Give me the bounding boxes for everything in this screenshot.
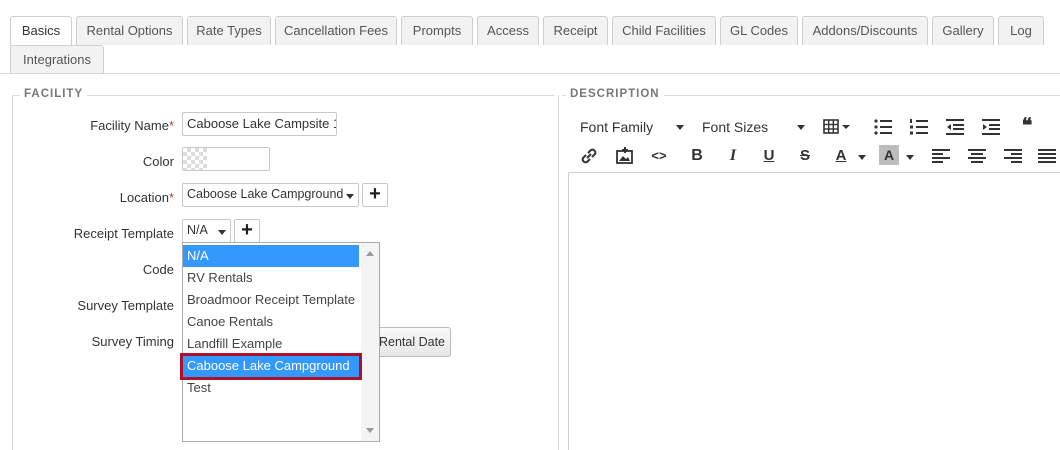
tab-addons-discounts[interactable]: Addons/Discounts (802, 16, 928, 45)
color-picker[interactable] (182, 147, 270, 171)
description-section-title: DESCRIPTION (566, 88, 664, 100)
tab-basics[interactable]: Basics (10, 16, 72, 46)
indent-icon[interactable] (980, 116, 1002, 138)
scroll-down-icon[interactable] (366, 428, 374, 433)
location-select-value: Caboose Lake Campground (187, 187, 344, 201)
align-right-icon[interactable] (1002, 145, 1024, 167)
strikethrough-icon[interactable]: S (794, 145, 816, 167)
add-location-button[interactable]: + (362, 183, 388, 207)
italic-icon[interactable]: I (722, 145, 744, 167)
code-label: Code (142, 262, 174, 277)
tab-access[interactable]: Access (477, 16, 539, 45)
tab-receipt[interactable]: Receipt (543, 16, 608, 45)
receipt-template-select[interactable]: N/A (182, 219, 231, 243)
align-center-icon[interactable] (966, 145, 988, 167)
image-icon[interactable] (614, 145, 636, 167)
code-icon[interactable]: <> (648, 145, 670, 167)
location-select[interactable]: Caboose Lake Campground (182, 183, 359, 207)
link-icon[interactable] (578, 145, 600, 167)
location-label: Location* (119, 190, 174, 205)
bold-icon[interactable]: B (686, 145, 708, 167)
chevron-down-icon[interactable] (797, 125, 805, 130)
font-color-icon[interactable]: A (830, 145, 852, 167)
facility-name-label: Facility Name* (90, 118, 174, 133)
table-icon[interactable] (822, 116, 852, 138)
tab-integrations[interactable]: Integrations (10, 45, 104, 74)
receipt-template-label: Receipt Template (73, 226, 174, 241)
numbered-list-icon[interactable] (908, 116, 930, 138)
tab-gallery[interactable]: Gallery (932, 16, 994, 45)
plus-icon: + (369, 183, 381, 205)
option-broadmoor-receipt-template[interactable]: Broadmoor Receipt Template (183, 289, 359, 311)
facility-section-rule (12, 95, 554, 96)
tab-bar-bottom-border (0, 73, 1060, 74)
chevron-down-icon[interactable] (906, 155, 914, 160)
underline-icon[interactable]: U (758, 145, 780, 167)
option-highlight-box (180, 353, 362, 380)
facility-section-right-border (558, 95, 559, 450)
blockquote-icon[interactable]: ❝ (1016, 115, 1038, 137)
chevron-down-icon[interactable] (858, 155, 866, 160)
justify-icon[interactable] (1036, 145, 1058, 167)
option-landfill-example[interactable]: Landfill Example (183, 333, 359, 355)
option-test[interactable]: Test (183, 377, 359, 399)
receipt-template-value: N/A (187, 223, 208, 237)
survey-timing-label: Survey Timing (91, 334, 174, 349)
option-canoe-rentals[interactable]: Canoe Rentals (183, 311, 359, 333)
description-editor[interactable] (568, 172, 1060, 450)
add-receipt-template-button[interactable]: + (234, 219, 260, 243)
chevron-down-icon (346, 194, 354, 199)
receipt-template-options-list[interactable]: N/A RV Rentals Broadmoor Receipt Templat… (182, 242, 380, 442)
align-left-icon[interactable] (930, 145, 952, 167)
tab-child-facilities[interactable]: Child Facilities (612, 16, 716, 45)
tab-prompts[interactable]: Prompts (401, 16, 473, 45)
font-sizes-select[interactable]: Font Sizes (702, 119, 768, 135)
option-rv-rentals[interactable]: RV Rentals (183, 267, 359, 289)
font-family-select[interactable]: Font Family (580, 119, 653, 135)
option-na[interactable]: N/A (183, 245, 359, 267)
facility-section-left-border (12, 95, 13, 450)
chevron-down-icon (218, 230, 226, 235)
tab-rental-options[interactable]: Rental Options (76, 16, 183, 45)
outdent-icon[interactable] (944, 116, 966, 138)
tab-cancellation-fees[interactable]: Cancellation Fees (275, 16, 397, 45)
bullet-list-icon[interactable] (872, 116, 894, 138)
color-swatch (183, 148, 207, 170)
facility-section-title: FACILITY (20, 88, 88, 100)
facility-name-input[interactable]: Caboose Lake Campsite 1 (182, 112, 337, 136)
plus-icon: + (241, 219, 253, 241)
tab-gl-codes[interactable]: GL Codes (720, 16, 798, 45)
color-label: Color (142, 154, 174, 169)
background-color-icon[interactable]: A (879, 145, 899, 165)
tab-log[interactable]: Log (998, 16, 1044, 45)
survey-template-label: Survey Template (77, 298, 174, 313)
dropdown-scrollbar[interactable] (361, 243, 379, 441)
scroll-up-icon[interactable] (366, 251, 374, 256)
chevron-down-icon[interactable] (676, 125, 684, 130)
tab-rate-types[interactable]: Rate Types (187, 16, 271, 45)
